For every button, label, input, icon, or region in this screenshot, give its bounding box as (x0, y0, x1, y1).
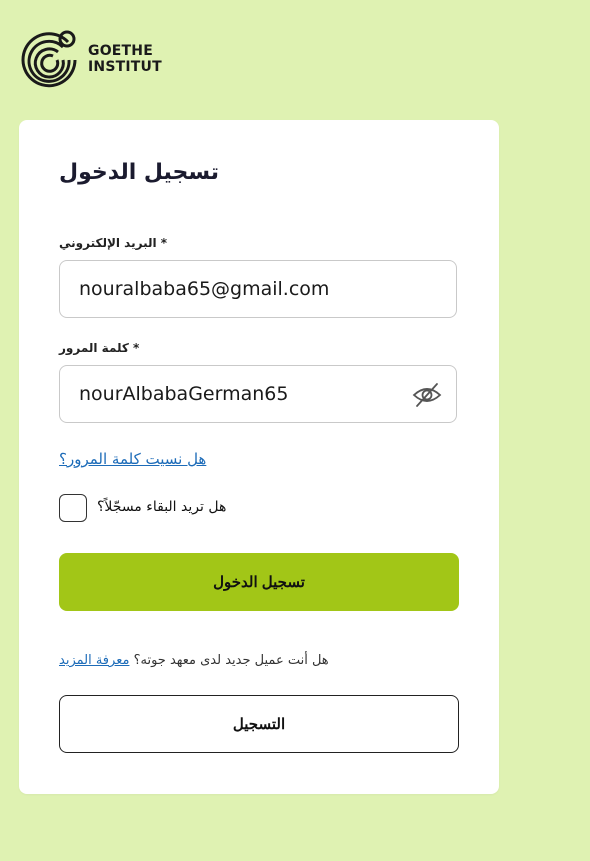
new-customer-text: هل أنت عميل جديد لدى معهد جوته؟ معرفة ال… (59, 653, 459, 668)
logo-line-1: GOETHE (88, 43, 153, 59)
eye-slash-icon[interactable] (412, 380, 442, 410)
goethe-logo[interactable]: GOETHE INSTITUT (18, 28, 162, 90)
learn-more-link[interactable]: معرفة المزيد (59, 653, 129, 668)
password-label: * كلمة المرور (59, 341, 140, 355)
login-card: تسجيل الدخول * البريد الإلكتروني nouralb… (19, 120, 499, 794)
email-value: nouralbaba65@gmail.com (79, 278, 330, 300)
password-field[interactable]: nourAlbabaGerman65 (59, 365, 457, 423)
forgot-password-link[interactable]: هل نسيت كلمة المرور؟ (59, 450, 206, 468)
logo-wordmark: GOETHE INSTITUT (88, 43, 162, 75)
stay-logged-in-row: هل تريد البقاء مسجّلاً؟ (59, 494, 459, 526)
stay-logged-in-label: هل تريد البقاء مسجّلاً؟ (97, 499, 227, 515)
stay-logged-in-checkbox[interactable] (59, 494, 87, 522)
logo-line-2: INSTITUT (88, 59, 162, 75)
login-button[interactable]: تسجيل الدخول (59, 553, 459, 611)
email-label: * البريد الإلكتروني (59, 236, 168, 250)
register-button[interactable]: التسجيل (59, 695, 459, 753)
email-field[interactable]: nouralbaba65@gmail.com (59, 260, 457, 318)
page-title: تسجيل الدخول (59, 160, 220, 185)
goethe-logo-icon (21, 30, 77, 88)
password-value: nourAlbabaGerman65 (79, 383, 289, 405)
new-customer-question: هل أنت عميل جديد لدى معهد جوته؟ (133, 653, 329, 668)
